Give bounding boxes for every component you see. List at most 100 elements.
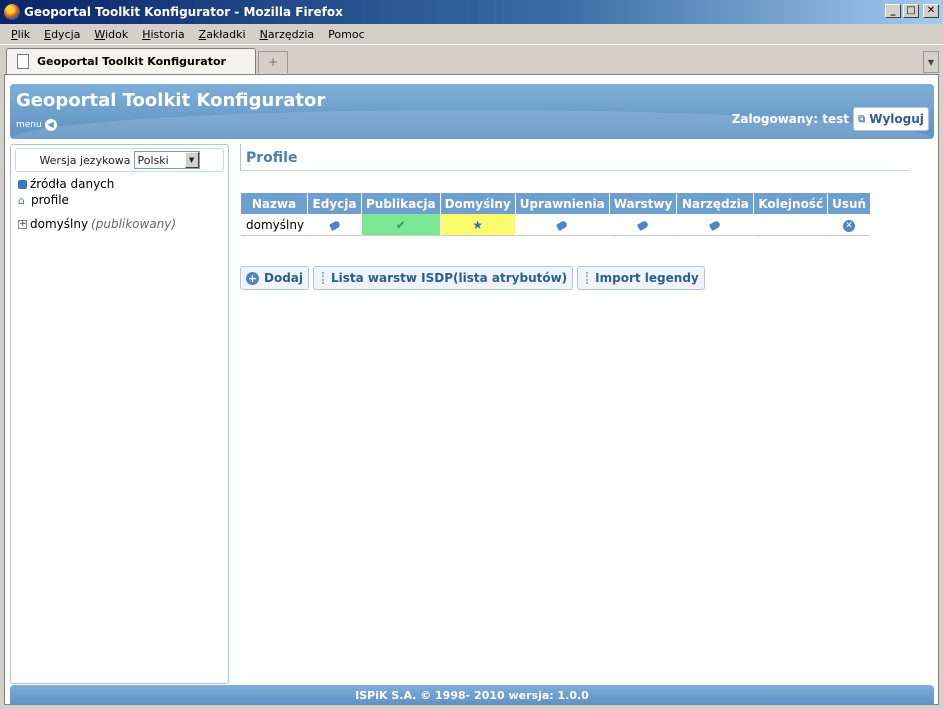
col-header-tools: Narzędzia <box>677 193 754 214</box>
app-title: Geoportal Toolkit Konfigurator <box>16 90 326 111</box>
maximize-icon[interactable]: □ <box>903 4 919 18</box>
database-icon <box>18 179 27 189</box>
permissions-tag-icon[interactable] <box>556 219 569 231</box>
col-header-permissions: Uprawnienia <box>515 193 609 214</box>
menu-item-narzedzia[interactable]: Narzędzia <box>253 28 322 41</box>
close-icon[interactable]: ✕ <box>923 4 939 18</box>
cell-order <box>754 214 828 236</box>
add-button[interactable]: + Dodaj <box>240 266 310 290</box>
logged-in-user: Zalogowany: test <box>731 112 849 126</box>
language-select[interactable]: Polski ▼ <box>133 151 200 169</box>
menu-bar: Plik Edycja Widok Historia Zakładki Narz… <box>0 24 943 44</box>
tab-geoportal[interactable]: Geoportal Toolkit Konfigurator <box>6 48 256 74</box>
table-row: domyślny ✔ ★ ✕ <box>241 214 871 236</box>
language-value: Polski <box>137 153 169 167</box>
menu-accel: N <box>259 27 268 41</box>
profiles-table: Nazwa Edycja Publikacja Domyślny Uprawni… <box>240 193 871 236</box>
menu-label: dycja <box>51 27 81 41</box>
cell-delete[interactable]: ✕ <box>828 214 871 236</box>
menu-item-zakladki[interactable]: Zakładki <box>192 28 253 41</box>
tree-node-label: domyślny <box>30 217 89 231</box>
col-header-name: Nazwa <box>241 193 307 214</box>
menu-item-plik[interactable]: Plik <box>4 28 37 41</box>
logout-label: Wyloguj <box>869 112 924 126</box>
table-header-row: Nazwa Edycja Publikacja Domyślny Uprawni… <box>241 193 871 214</box>
add-label: Dodaj <box>264 271 304 285</box>
tab-strip: Geoportal Toolkit Konfigurator + ▼ <box>0 44 943 74</box>
language-row: Wersja jezykowa Polski ▼ <box>15 148 224 172</box>
menu-label: idok <box>105 27 129 41</box>
menu-item-historia[interactable]: Historia <box>135 28 191 41</box>
sidebar: Wersja jezykowa Polski ▼ źródła danych ⌂… <box>10 144 229 684</box>
col-header-publish: Publikacja <box>362 193 440 214</box>
delete-icon[interactable]: ✕ <box>843 220 856 232</box>
sidebar-item-data-sources[interactable]: źródła danych <box>18 176 228 192</box>
plus-circle-icon: + <box>246 271 259 285</box>
page-icon <box>17 54 29 69</box>
import-legend-button[interactable]: Import legendy <box>577 266 705 290</box>
action-bar: + Dodaj Lista warstw ISDP(lista atrybutó… <box>240 266 705 290</box>
new-tab-button[interactable]: + <box>258 51 288 73</box>
col-header-default: Domyślny <box>440 193 515 214</box>
nav-tree: źródła danych ⌂ profile + domyślny (publ… <box>11 172 228 232</box>
menu-accel: P <box>11 27 18 41</box>
external-link-icon: ⧉ <box>858 113 866 125</box>
home-icon: ⌂ <box>18 193 25 207</box>
edit-tag-icon[interactable] <box>328 219 341 231</box>
cell-layers[interactable] <box>609 214 677 236</box>
tools-tag-icon[interactable] <box>709 219 722 231</box>
check-icon[interactable]: ✔ <box>396 218 406 232</box>
layers-tag-icon[interactable] <box>636 219 650 231</box>
col-header-edit: Edycja <box>308 193 361 214</box>
sidebar-item-label: profile <box>31 193 69 207</box>
star-icon[interactable]: ★ <box>472 218 483 232</box>
col-header-delete: Usuń <box>828 193 871 214</box>
grip-icon <box>322 272 326 284</box>
expand-icon[interactable]: + <box>18 219 27 229</box>
menu-item-edycja[interactable]: Edycja <box>37 28 87 41</box>
menu-label: akładki <box>206 27 246 41</box>
layer-list-label: Lista warstw ISDP(lista atrybutów) <box>331 271 568 285</box>
col-header-order: Kolejność <box>754 193 828 214</box>
cell-tools[interactable] <box>677 214 754 236</box>
app-footer: ISPiK S.A. © 1998- 2010 wersja: 1.0.0 <box>10 685 934 705</box>
grip-icon <box>586 272 590 284</box>
tab-list-arrow-icon[interactable]: ▼ <box>923 51 939 73</box>
tab-label: Geoportal Toolkit Konfigurator <box>37 55 226 68</box>
menu-accel: W <box>94 27 106 41</box>
cell-profile-name: domyślny <box>241 214 307 236</box>
col-header-layers: Warstwy <box>609 193 677 214</box>
menu-label: Pomoc <box>328 27 365 41</box>
window-title: Geoportal Toolkit Konfigurator - Mozilla… <box>24 5 343 19</box>
menu-item-pomoc[interactable]: Pomoc <box>321 28 371 41</box>
language-label: Wersja jezykowa <box>39 153 131 167</box>
menu-toggle[interactable]: menu ◀ <box>16 119 57 131</box>
menu-label: arzędzia <box>267 27 315 41</box>
menu-toggle-label: menu <box>16 120 42 130</box>
cell-edit[interactable] <box>308 214 361 236</box>
sidebar-item-profiles[interactable]: ⌂ profile <box>18 192 228 208</box>
cell-permissions[interactable] <box>515 214 609 236</box>
main-panel: Profile Nazwa Edycja Publikacja Domyślny… <box>240 144 910 290</box>
window-titlebar[interactable]: Geoportal Toolkit Konfigurator - Mozilla… <box>0 0 943 24</box>
page-content: Geoportal Toolkit Konfigurator menu ◀ Za… <box>4 74 939 705</box>
page-title: Profile <box>240 144 910 171</box>
cell-default[interactable]: ★ <box>440 214 515 236</box>
menu-label: lik <box>17 27 31 41</box>
layer-list-button[interactable]: Lista warstw ISDP(lista atrybutów) <box>313 266 574 290</box>
sidebar-item-label: źródła danych <box>30 177 115 191</box>
window-controls: _ □ ✕ <box>885 4 939 18</box>
logout-button[interactable]: ⧉ Wyloguj <box>853 107 929 131</box>
dropdown-arrow-icon: ▼ <box>184 152 199 168</box>
tree-node-status: (publikowany) <box>91 217 177 231</box>
minimize-icon[interactable]: _ <box>885 4 901 18</box>
chevron-left-icon: ◀ <box>44 119 57 131</box>
app-header: Geoportal Toolkit Konfigurator menu ◀ Za… <box>10 84 934 139</box>
import-legend-label: Import legendy <box>595 271 699 285</box>
plus-icon: + <box>267 55 279 69</box>
tree-node-default[interactable]: + domyślny (publikowany) <box>18 216 228 232</box>
firefox-icon <box>4 4 20 20</box>
menu-label: istoria <box>150 27 185 41</box>
cell-publish[interactable]: ✔ <box>362 214 440 236</box>
menu-item-widok[interactable]: Widok <box>87 28 135 41</box>
